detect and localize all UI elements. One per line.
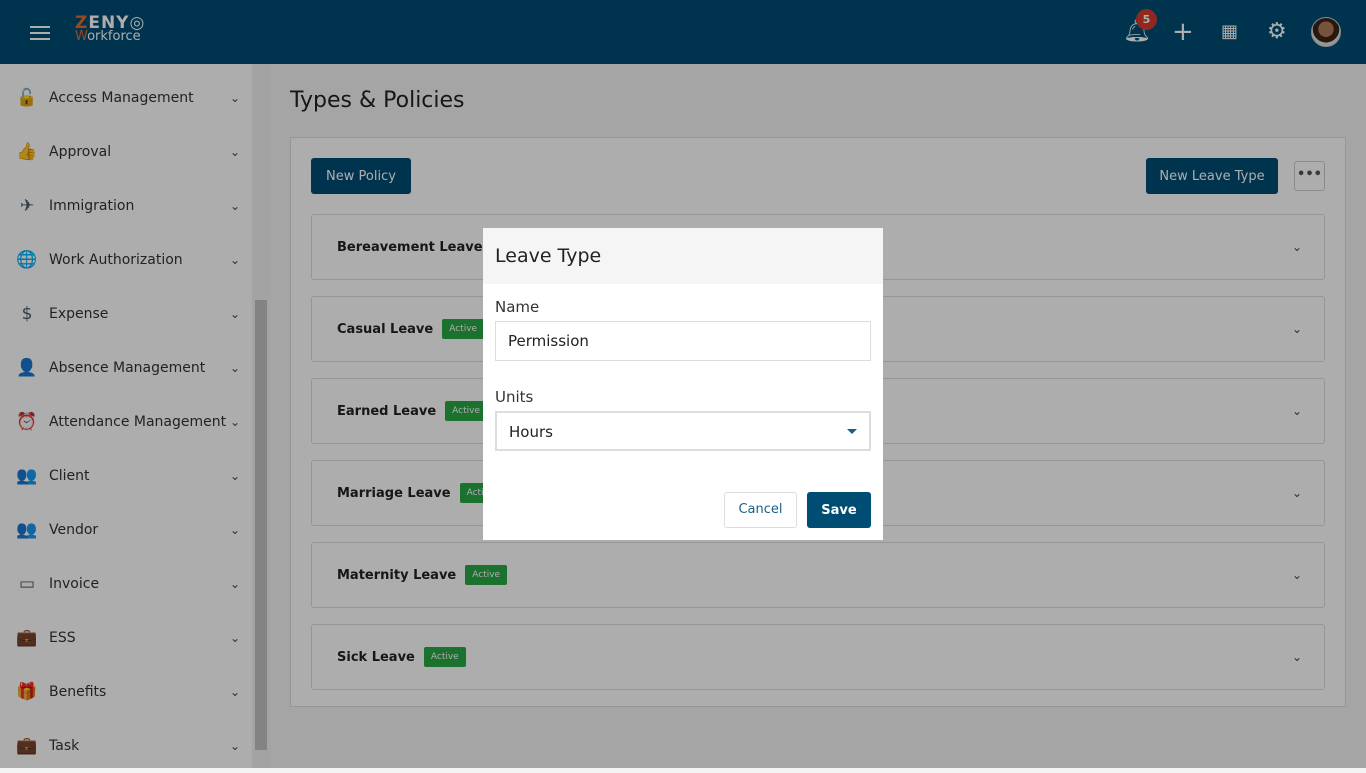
- name-input[interactable]: Permission: [495, 321, 871, 361]
- caret-down-icon: [847, 429, 857, 434]
- units-value: Hours: [509, 423, 553, 441]
- units-select[interactable]: Hours: [495, 411, 871, 451]
- name-label: Name: [495, 298, 540, 316]
- save-button[interactable]: Save: [807, 492, 871, 528]
- units-label: Units: [495, 388, 534, 406]
- cancel-button[interactable]: Cancel: [724, 492, 797, 528]
- dialog-title: Leave Type: [483, 228, 883, 284]
- leave-type-dialog: Leave Type Name Permission Units Hours C…: [483, 228, 883, 540]
